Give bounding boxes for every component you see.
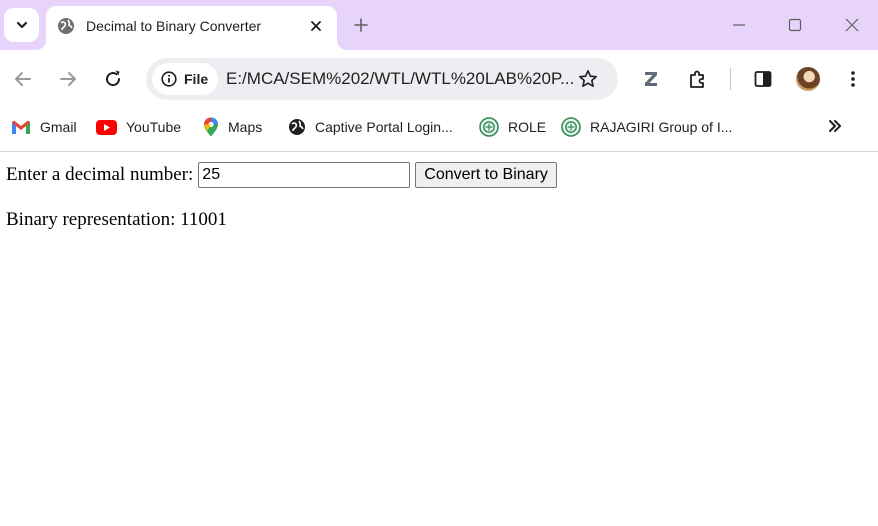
tab-search-button[interactable]	[4, 8, 39, 42]
tab-strip: Decimal to Binary Converter	[0, 0, 878, 50]
tab-title: Decimal to Binary Converter	[86, 18, 262, 34]
page-content: Enter a decimal number: Convert to Binar…	[0, 152, 878, 526]
bookmark-role[interactable]: ROLE	[479, 117, 546, 137]
reload-button[interactable]	[98, 64, 128, 94]
maps-icon	[204, 117, 218, 137]
site-chip-label: File	[184, 71, 209, 87]
menu-button[interactable]	[838, 64, 868, 94]
bookmark-maps[interactable]: Maps	[203, 117, 262, 137]
youtube-icon	[96, 119, 117, 135]
bookmark-star-button[interactable]	[576, 67, 600, 91]
gmail-icon	[12, 120, 30, 134]
side-panel-icon	[754, 71, 772, 87]
maximize-icon	[788, 18, 802, 32]
bookmarks-bar: Gmail YouTube Maps Captive Portal Login.…	[0, 108, 878, 144]
decimal-input[interactable]	[198, 162, 411, 188]
result-text: Binary representation: 11001	[6, 209, 227, 230]
close-icon	[311, 21, 321, 31]
bookmark-label: RAJAGIRI Group of I...	[590, 119, 733, 135]
bookmarks-overflow-button[interactable]	[824, 116, 846, 136]
minimize-icon	[733, 24, 745, 26]
converter-form: Enter a decimal number: Convert to Binar…	[6, 162, 557, 188]
extensions-button[interactable]	[682, 64, 712, 94]
rajagiri-logo-icon	[561, 117, 581, 137]
bookmark-label: Captive Portal Login...	[315, 119, 453, 135]
maximize-button[interactable]	[780, 10, 810, 40]
new-tab-button[interactable]	[349, 13, 373, 37]
convert-button[interactable]: Convert to Binary	[415, 162, 557, 188]
profile-avatar[interactable]	[796, 67, 820, 91]
double-chevron-right-icon	[829, 120, 841, 132]
bookmark-label: Maps	[228, 119, 263, 135]
puzzle-icon	[690, 70, 704, 88]
browser-toolbar: File E:/MCA/SEM%202/WTL/WTL%20LAB%20P...	[0, 50, 878, 108]
info-icon	[161, 71, 177, 87]
bookmark-youtube[interactable]: YouTube	[96, 117, 181, 137]
kebab-menu-icon	[851, 71, 855, 87]
minimize-button[interactable]	[724, 10, 754, 40]
close-icon	[845, 18, 859, 32]
toolbar-separator	[730, 68, 731, 90]
zotero-extension-icon	[645, 72, 657, 86]
bookmark-label: YouTube	[126, 119, 182, 135]
arrow-right-icon	[60, 72, 76, 86]
arrow-left-icon	[15, 72, 31, 86]
bookmark-gmail[interactable]: Gmail	[11, 117, 77, 137]
forward-button[interactable]	[53, 64, 83, 94]
input-label: Enter a decimal number:	[6, 164, 194, 185]
star-icon	[579, 70, 597, 87]
back-button[interactable]	[8, 64, 38, 94]
globe-icon	[289, 119, 305, 135]
extension-z-button[interactable]	[636, 64, 666, 94]
plus-icon	[354, 18, 368, 32]
site-info-chip[interactable]: File	[152, 63, 218, 95]
globe-icon	[58, 18, 74, 34]
rajagiri-logo-icon	[479, 117, 499, 137]
side-panel-button[interactable]	[748, 64, 778, 94]
tab-close-button[interactable]	[306, 16, 326, 36]
bookmark-label: Gmail	[40, 119, 77, 135]
bookmark-captive-portal[interactable]: Captive Portal Login...	[288, 117, 453, 137]
bookmark-label: ROLE	[508, 119, 547, 135]
url-text[interactable]: E:/MCA/SEM%202/WTL/WTL%20LAB%20P...	[226, 69, 574, 89]
bookmark-rajagiri[interactable]: RAJAGIRI Group of I...	[561, 117, 732, 137]
close-window-button[interactable]	[837, 10, 867, 40]
reload-icon	[106, 70, 121, 87]
tab-active[interactable]: Decimal to Binary Converter	[46, 6, 337, 50]
chevron-down-icon	[16, 21, 27, 29]
address-bar[interactable]: File E:/MCA/SEM%202/WTL/WTL%20LAB%20P...	[146, 58, 618, 100]
